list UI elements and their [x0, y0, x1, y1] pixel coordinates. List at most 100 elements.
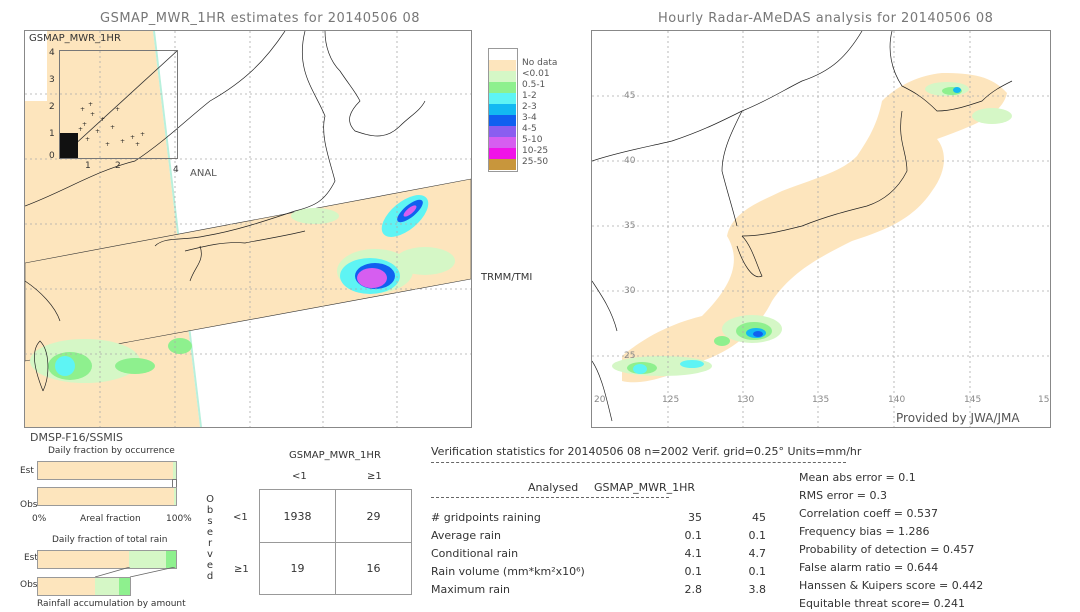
legend-swatch-0	[489, 49, 516, 60]
svg-text:+: +	[78, 126, 83, 133]
inset-ytick: 2	[49, 102, 55, 112]
score-rms-error: RMS error = 0.3	[799, 489, 887, 502]
right-map-canvas	[592, 31, 1050, 427]
contingency-col-header: ≥1	[367, 471, 382, 482]
bar-segment	[95, 578, 119, 595]
stats-header-divider	[431, 462, 846, 463]
total-rain-footer: Rainfall accumulation by amount	[37, 599, 186, 609]
svg-text:+: +	[100, 116, 105, 123]
right-map: 45 40 35 30 25 20 125 130 135 140 145 15…	[591, 30, 1051, 428]
lon-tick: 125	[662, 395, 680, 405]
contingency-grid: 1938 29 19 16	[259, 489, 412, 595]
contingency-side-label: Observed	[206, 494, 214, 582]
lon-tick: 130	[737, 395, 755, 405]
lon-tick: 145	[964, 395, 982, 405]
bar-segment	[38, 551, 130, 568]
stats-row-analysed: 0.1	[684, 565, 703, 578]
stats-row-estimate: 4.7	[748, 547, 767, 560]
bar-segment	[172, 462, 176, 479]
score-frequency-bias: Frequency bias = 1.286	[799, 525, 930, 538]
occurrence-title: Daily fraction by occurrence	[48, 446, 175, 456]
total-rain-obs-bar	[37, 577, 131, 596]
legend-label: 1-2	[522, 91, 537, 101]
occurrence-obs-bar	[37, 487, 177, 506]
lat-tick: 35	[624, 221, 636, 231]
inset-ytick: 3	[49, 75, 55, 85]
occurrence-axis-left: 0%	[32, 514, 47, 524]
occurrence-axis-right: 100%	[166, 514, 192, 524]
total-rain-obs-label: Obs	[20, 580, 38, 590]
stats-row-estimate: 45	[752, 511, 766, 524]
credit-label: Provided by JWA/JMA	[896, 411, 1020, 425]
lat-tick: 25	[624, 351, 636, 361]
legend-label: 3-4	[522, 113, 537, 123]
inset-label: GSMAP_MWR_1HR	[29, 33, 121, 44]
legend-swatch-7	[489, 126, 516, 137]
svg-text:+: +	[130, 134, 135, 141]
left-map: GSMAP_MWR_1HR + + + + + + + + + + + + + + + 4 3 2 …	[24, 30, 472, 428]
lon-tick: 15	[1038, 395, 1050, 405]
score-mean-abs-error: Mean abs error = 0.1	[799, 471, 916, 484]
contingency-cell-false-alarm: 29	[366, 509, 381, 523]
left-map-title: GSMAP_MWR_1HR estimates for 20140506 08	[100, 11, 421, 26]
legend-label: No data	[522, 58, 558, 68]
lat-tick: 40	[624, 156, 636, 166]
stats-row-analysed: 0.1	[684, 529, 703, 542]
right-map-title: Hourly Radar-AMeDAS analysis for 2014050…	[658, 11, 994, 26]
legend-swatch-5	[489, 104, 516, 115]
stats-header: Verification statistics for 20140506 08 …	[431, 445, 862, 458]
stats-row-label: Average rain	[431, 529, 501, 542]
legend-swatch-2	[489, 71, 516, 82]
bar-segment	[129, 551, 167, 568]
legend-swatch-6	[489, 115, 516, 126]
contingency-col-header: <1	[292, 471, 307, 482]
lon-tick: 135	[812, 395, 830, 405]
bar-segment	[118, 578, 130, 595]
score-pod: Probability of detection = 0.457	[799, 543, 975, 556]
inset-dense-cluster	[60, 133, 78, 158]
inset-scatter: GSMAP_MWR_1HR + + + + + + + + + + + + + + + 4 3 2 …	[25, 31, 178, 161]
total-rain-est-label: Est	[24, 553, 38, 563]
swath-label: TRMM/TMI	[481, 272, 533, 283]
inset-plot-frame: + + + + + + + + + + + + + + +	[59, 50, 178, 159]
legend-label: <0.01	[522, 69, 550, 79]
sensor-label: DMSP-F16/SSMIS	[30, 431, 124, 444]
lat-tick: 20	[594, 395, 606, 405]
stats-row-label: Conditional rain	[431, 547, 519, 560]
svg-text:+: +	[85, 136, 90, 143]
radar-coverage	[622, 73, 1007, 383]
contingency-title: GSMAP_MWR_1HR	[289, 450, 381, 461]
inset-xtick: 1	[85, 161, 91, 171]
occurrence-est-label: Est	[20, 466, 34, 476]
stats-row-label: Rain volume (mm*km²x10⁶)	[431, 565, 585, 578]
bar-segment	[166, 551, 176, 568]
contingency-cell-miss: 19	[290, 562, 305, 575]
stats-row-label: # gridpoints raining	[431, 511, 541, 524]
total-rain-connector	[95, 567, 176, 577]
stats-row-estimate: 3.8	[748, 583, 767, 596]
legend-label: 25-50	[522, 157, 549, 167]
svg-text:+: +	[135, 141, 140, 148]
inset-ytick: 0	[49, 151, 55, 161]
stats-col-analysed: Analysed	[528, 481, 579, 494]
legend-label: 0.5-1	[522, 80, 546, 90]
legend-swatch-9	[489, 148, 516, 159]
legend-swatch-1	[489, 60, 516, 71]
svg-text:+: +	[110, 124, 115, 131]
bar-segment	[38, 578, 96, 595]
legend-label: 2-3	[522, 102, 537, 112]
inset-ytick: 1	[49, 129, 55, 139]
inset-x-label: ANAL	[190, 168, 217, 179]
lat-tick: 45	[624, 91, 636, 101]
color-legend: No data <0.01 0.5-1 1-2 2-3 3-4 4-5 5-10…	[488, 48, 568, 198]
inset-xtick: 4	[173, 165, 179, 175]
contingency-cell-hit-neg: 1938	[283, 509, 312, 523]
svg-text:+: +	[95, 128, 100, 135]
score-correlation: Correlation coeff = 0.537	[799, 507, 938, 520]
inset-xtick: 2	[115, 161, 121, 171]
score-ets: Equitable threat score= 0.241	[799, 597, 965, 610]
stats-row-analysed: 35	[688, 511, 702, 524]
svg-text:+: +	[105, 141, 110, 148]
legend-swatch-3	[489, 82, 516, 93]
svg-text:+: +	[115, 106, 120, 113]
